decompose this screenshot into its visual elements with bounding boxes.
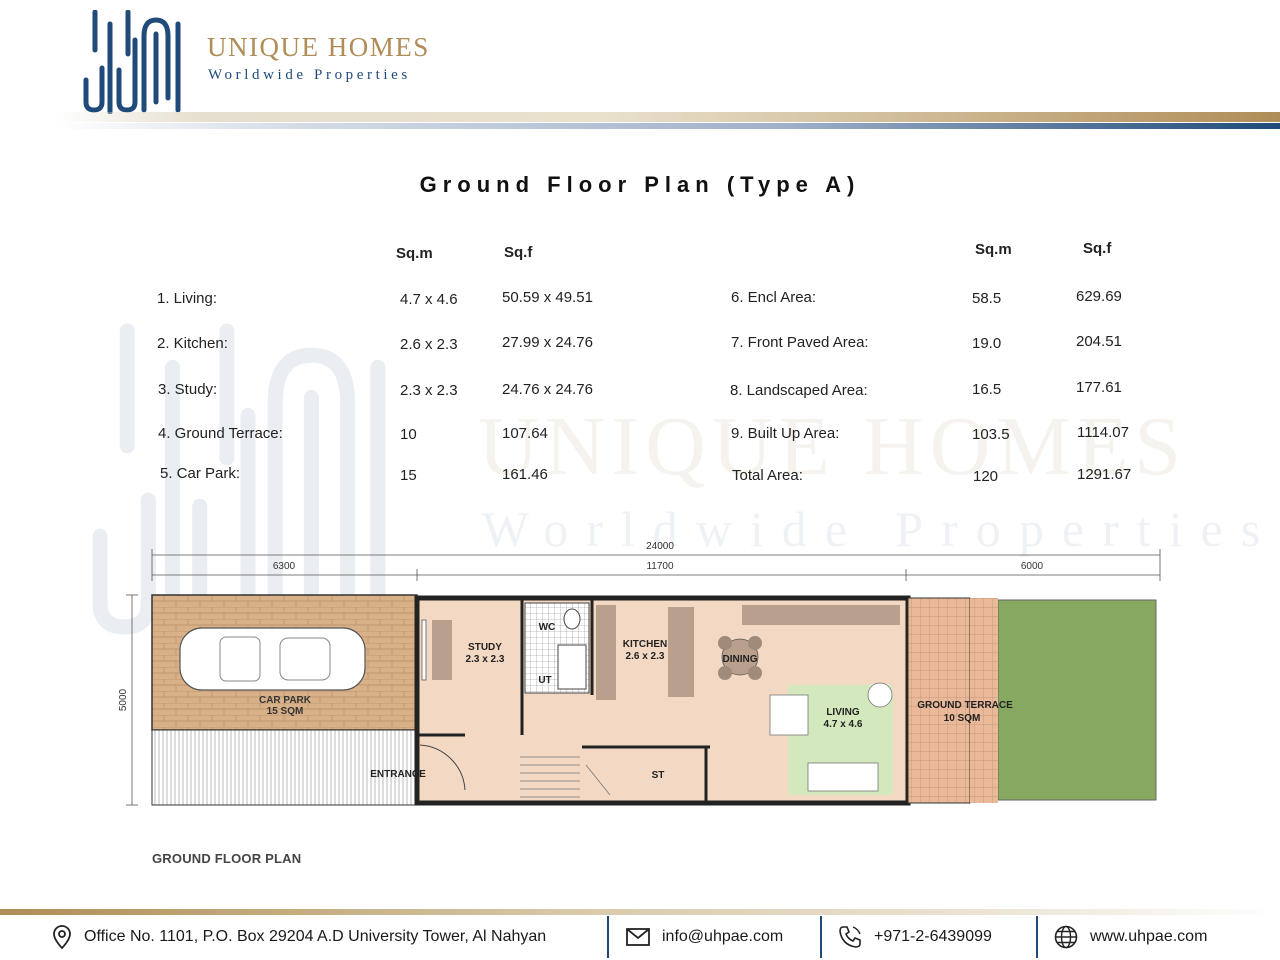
- left-header-sqf: Sq.f: [504, 244, 533, 261]
- label-terrace-area: 10 SQM: [944, 713, 981, 724]
- row-living-label: 1. Living:: [157, 290, 218, 307]
- footer-website[interactable]: www.uhpae.com: [1054, 918, 1207, 956]
- header-rule-blue: [55, 123, 1280, 129]
- location-pin-icon: [53, 925, 71, 949]
- row-study-sqf: 24.76 x 24.76: [502, 381, 593, 398]
- row-carpark-sqm: 15: [400, 467, 417, 484]
- row-terrace-sqm: 10: [400, 426, 417, 443]
- label-kitchen: KITCHEN: [623, 639, 667, 650]
- row-landscaped-label: 8. Landscaped Area:: [730, 382, 868, 399]
- footer-website-text[interactable]: www.uhpae.com: [1090, 928, 1207, 946]
- row-builtup-sqf: 1114.07: [1077, 424, 1129, 441]
- label-dining: DINING: [723, 654, 758, 665]
- label-living: LIVING: [826, 707, 860, 718]
- row-builtup-sqm: 103.5: [972, 426, 1010, 443]
- row-landscaped-sqf: 177.61: [1076, 379, 1122, 396]
- dim-right: 6000: [1021, 561, 1044, 572]
- brand-tagline: Worldwide Properties: [208, 67, 411, 83]
- row-living-sqm: 4.7 x 4.6: [400, 291, 458, 308]
- right-header-sqm: Sq.m: [975, 241, 1012, 258]
- footer-separator: [820, 916, 822, 958]
- globe-icon: [1054, 925, 1078, 949]
- footer-separator: [607, 916, 609, 958]
- dim-left: 6300: [273, 561, 296, 572]
- footer-rule: [0, 909, 1280, 915]
- footer-email[interactable]: info@uhpae.com: [626, 918, 783, 956]
- label-ut: UT: [538, 675, 551, 686]
- header-rule: [55, 112, 1280, 122]
- right-header-sqf: Sq.f: [1083, 240, 1112, 257]
- brand-name: UNIQUE HOMES: [207, 32, 430, 62]
- row-total-sqf: 1291.67: [1077, 466, 1132, 483]
- row-carpark-label: 5. Car Park:: [160, 465, 241, 482]
- label-wc: WC: [539, 622, 556, 633]
- row-total-label: Total Area:: [732, 467, 803, 484]
- dim-total: 24000: [646, 541, 674, 552]
- car-icon: [179, 627, 366, 691]
- row-study-sqm: 2.3 x 2.3: [400, 382, 458, 399]
- label-living-size: 4.7 x 4.6: [824, 719, 863, 730]
- label-study: STUDY: [468, 642, 502, 653]
- footer-separator: [1036, 916, 1038, 958]
- logo-mark-icon: [83, 10, 181, 114]
- footer-address-text: Office No. 1101, P.O. Box 29204 A.D Univ…: [84, 928, 547, 945]
- row-front-paved-sqm: 19.0: [972, 335, 1002, 352]
- footer-phone[interactable]: +971-2-6439099: [838, 918, 992, 956]
- row-encl-sqm: 58.5: [972, 290, 1002, 307]
- dim-height: 5000: [118, 688, 129, 711]
- row-builtup-label: 9. Built Up Area:: [731, 425, 840, 442]
- envelope-icon: [626, 928, 650, 946]
- row-front-paved-sqf: 204.51: [1076, 333, 1122, 350]
- footer-email-text[interactable]: info@uhpae.com: [662, 928, 783, 946]
- label-kitchen-size: 2.6 x 2.3: [626, 651, 665, 662]
- row-living-sqf: 50.59 x 49.51: [502, 289, 593, 306]
- row-terrace-sqf: 107.64: [502, 425, 548, 442]
- row-encl-label: 6. Encl Area:: [731, 289, 817, 306]
- dim-middle: 11700: [646, 561, 674, 572]
- row-terrace-label: 4. Ground Terrace:: [158, 425, 283, 442]
- row-kitchen-label: 2. Kitchen:: [157, 335, 228, 352]
- floor-plan-drawing: 24000 6300 11700 6000 5000 CAR PARK 15 S…: [118, 541, 1161, 806]
- row-front-paved-label: 7. Front Paved Area:: [731, 334, 869, 351]
- row-kitchen-sqf: 27.99 x 24.76: [502, 334, 593, 351]
- row-encl-sqf: 629.69: [1076, 288, 1122, 305]
- label-st: ST: [652, 770, 665, 781]
- row-study-label: 3. Study:: [158, 381, 218, 398]
- footer-address: Office No. 1101, P.O. Box 29204 A.D Univ…: [52, 918, 546, 956]
- label-car-park-area: 15 SQM: [267, 706, 304, 717]
- label-entrance: ENTRANCE: [370, 769, 426, 780]
- row-kitchen-sqm: 2.6 x 2.3: [400, 336, 458, 353]
- phone-icon: [839, 926, 861, 948]
- page-title: Ground Floor Plan (Type A): [419, 172, 861, 197]
- label-terrace: GROUND TERRACE: [917, 700, 1013, 711]
- plan-caption: GROUND FLOOR PLAN: [152, 851, 302, 866]
- row-total-sqm: 120: [973, 468, 999, 485]
- footer-phone-text[interactable]: +971-2-6439099: [874, 928, 992, 946]
- row-carpark-sqf: 161.46: [502, 466, 548, 483]
- row-landscaped-sqm: 16.5: [972, 381, 1002, 398]
- left-header-sqm: Sq.m: [396, 245, 433, 262]
- label-study-size: 2.3 x 2.3: [466, 654, 505, 665]
- label-car-park: CAR PARK: [259, 695, 312, 706]
